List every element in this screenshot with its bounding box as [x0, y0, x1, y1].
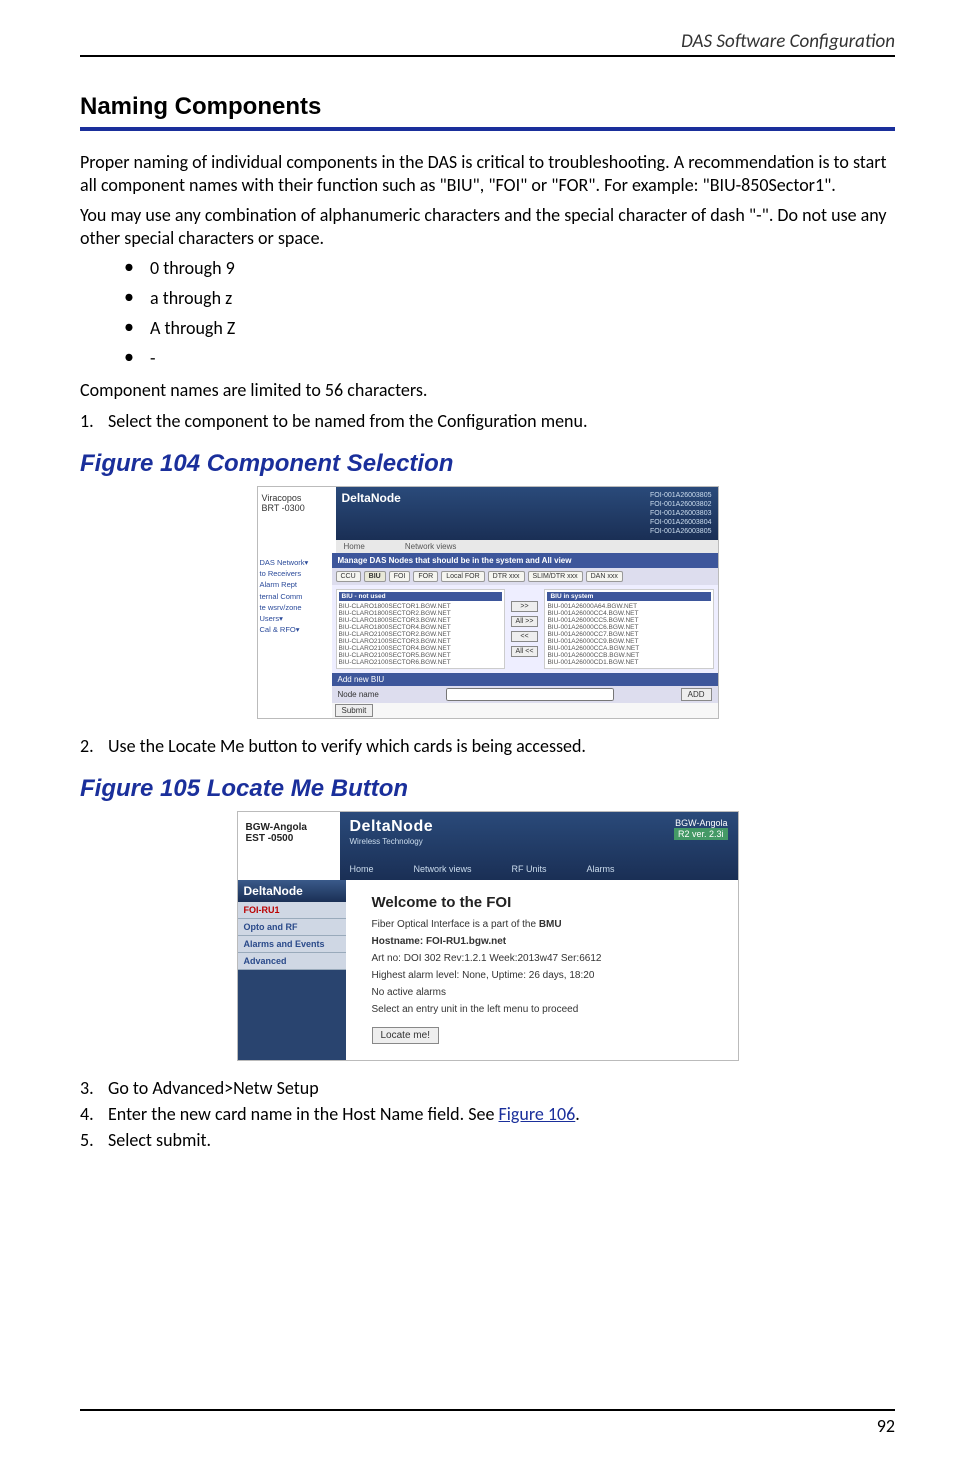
- running-header: DAS Software Configuration: [80, 30, 895, 53]
- side-menu: DeltaNode FOI-RU1 Opto and RF Alarms and…: [238, 880, 346, 1060]
- chip-localfor[interactable]: Local FOR: [441, 571, 484, 582]
- step-text: Select the component to be named from th…: [108, 410, 588, 432]
- move-right-button[interactable]: >>: [511, 601, 539, 612]
- brand-subtitle: Wireless Technology: [350, 837, 423, 846]
- nav-item[interactable]: to Receivers: [260, 568, 330, 579]
- figure-105-caption: Figure 105 Locate Me Button: [80, 775, 895, 803]
- chip-foi[interactable]: FOI: [389, 571, 411, 582]
- node-name-label: Node name: [338, 690, 379, 699]
- list-item: A through Z: [124, 317, 895, 339]
- add-button[interactable]: ADD: [681, 688, 712, 701]
- step-number: 5.: [80, 1129, 108, 1151]
- step-text: Go to Advanced>Netw Setup: [108, 1077, 319, 1099]
- step-number: 3.: [80, 1077, 108, 1099]
- tab-network-views[interactable]: Network views: [405, 542, 457, 551]
- section-rule: [80, 127, 895, 131]
- list-item: a through z: [124, 287, 895, 309]
- top-nav: Home Network views RF Units Alarms: [350, 864, 728, 874]
- no-alarms-line: No active alarms: [372, 987, 724, 998]
- figure-104-caption: Figure 104 Component Selection: [80, 450, 895, 478]
- move-all-left-button[interactable]: All <<: [511, 646, 539, 657]
- step-3: 3. Go to Advanced>Netw Setup: [80, 1077, 895, 1099]
- step-number: 2.: [80, 735, 108, 757]
- main-panel: Welcome to the FOI Fiber Optical Interfa…: [346, 880, 738, 1060]
- artno-line: Art no: DOI 302 Rev:1.2.1 Week:2013w47 S…: [372, 953, 724, 964]
- est-label: BGW-Angola EST -0500: [238, 812, 340, 880]
- figure-106-link[interactable]: Figure 106: [499, 1103, 576, 1125]
- header-right: BGW-Angola R2 ver. 2.3i: [674, 818, 728, 840]
- step-2: 2. Use the Locate Me button to verify wh…: [80, 735, 895, 757]
- bottom-rule: [80, 1409, 895, 1411]
- paragraph: You may use any combination of alphanume…: [80, 204, 895, 249]
- chip-for[interactable]: FOR: [413, 571, 438, 582]
- nav-item[interactable]: DAS Network▾: [260, 557, 330, 568]
- hostname-line: Hostname: FOI-RU1.bgw.net: [372, 936, 507, 947]
- select-entry-line: Select an entry unit in the left menu to…: [372, 1004, 724, 1015]
- allowed-chars-list: 0 through 9 a through z A through Z -: [124, 257, 895, 369]
- step-5: 5. Select submit.: [80, 1129, 895, 1151]
- list-item: 0 through 9: [124, 257, 895, 279]
- in-system-list[interactable]: BIU in system BIU-001A26000A64.BGW.NET B…: [544, 589, 713, 669]
- deltanode-logo: DeltaNode: [350, 818, 434, 835]
- chip-ccu[interactable]: CCU: [336, 571, 361, 582]
- chip-dtr[interactable]: DTR xxx: [488, 571, 525, 582]
- tab-home[interactable]: Home: [344, 542, 365, 551]
- section-title: Naming Components: [80, 93, 895, 121]
- chip-bar: CCU BIU FOI FOR Local FOR DTR xxx SLIM/D…: [332, 568, 718, 585]
- step-text: Enter the new card name in the Host Name…: [108, 1103, 580, 1125]
- nav-item[interactable]: Users▾: [260, 613, 330, 624]
- step-number: 1.: [80, 410, 108, 432]
- figure-105: BGW-Angola EST -0500 DeltaNode Wireless …: [80, 811, 895, 1061]
- locate-me-button[interactable]: Locate me!: [372, 1027, 439, 1044]
- nav-item[interactable]: ternal Comm: [260, 591, 330, 602]
- nav-item[interactable]: te wsrv/zone: [260, 602, 330, 613]
- nav-home[interactable]: Home: [350, 864, 374, 874]
- figure-104: Viracopos BRT -0300 DeltaNode FOI-001A26…: [80, 486, 895, 719]
- step-4: 4. Enter the new card name in the Host N…: [80, 1103, 895, 1125]
- header-links: FOI-001A26003805 FOI-001A26003802 FOI-00…: [650, 491, 712, 536]
- transfer-buttons: >> All >> << All <<: [511, 589, 539, 669]
- list-item: -: [124, 347, 895, 369]
- submit-button[interactable]: Submit: [335, 704, 374, 717]
- side-logo: DeltaNode: [238, 880, 346, 902]
- deltanode-logo: DeltaNode: [342, 491, 401, 505]
- step-text: Select submit.: [108, 1129, 211, 1151]
- paragraph: Component names are limited to 56 charac…: [80, 379, 895, 402]
- chip-slim[interactable]: SLIM/DTR xxx: [528, 571, 583, 582]
- model-label: Viracopos BRT -0300: [258, 487, 336, 553]
- locate-me-screenshot: BGW-Angola EST -0500 DeltaNode Wireless …: [237, 811, 739, 1061]
- chip-biu[interactable]: BIU: [364, 571, 386, 582]
- welcome-heading: Welcome to the FOI: [372, 894, 724, 911]
- step-number: 4.: [80, 1103, 108, 1125]
- chip-dan[interactable]: DAN xxx: [586, 571, 623, 582]
- side-item-foi-ru1[interactable]: FOI-RU1: [238, 902, 346, 919]
- move-left-button[interactable]: <<: [511, 631, 539, 642]
- nav-alarms[interactable]: Alarms: [587, 864, 615, 874]
- nav-network-views[interactable]: Network views: [414, 864, 472, 874]
- add-new-label: Add new BIU: [338, 675, 385, 684]
- side-item-advanced[interactable]: Advanced: [238, 953, 346, 970]
- header-tabs: Home Network views: [336, 540, 718, 553]
- nav-item[interactable]: Cal & RFO▾: [260, 624, 330, 635]
- page-number: 92: [877, 1415, 895, 1437]
- nav-item[interactable]: Alarm Rept: [260, 579, 330, 590]
- step-1: 1. Select the component to be named from…: [80, 410, 895, 432]
- nav-rf-units[interactable]: RF Units: [512, 864, 547, 874]
- node-name-input[interactable]: [446, 688, 614, 701]
- component-selection-screenshot: Viracopos BRT -0300 DeltaNode FOI-001A26…: [257, 486, 719, 719]
- step-text: Use the Locate Me button to verify which…: [108, 735, 586, 757]
- paragraph: Proper naming of individual components i…: [80, 151, 895, 196]
- move-all-right-button[interactable]: All >>: [511, 616, 539, 627]
- alarm-uptime-line: Highest alarm level: None, Uptime: 26 da…: [372, 970, 724, 981]
- side-item-alarms[interactable]: Alarms and Events: [238, 936, 346, 953]
- side-item-opto-rf[interactable]: Opto and RF: [238, 919, 346, 936]
- top-rule: [80, 55, 895, 57]
- manage-title-bar: Manage DAS Nodes that should be in the s…: [332, 553, 718, 568]
- side-nav: DAS Network▾ to Receivers Alarm Rept ter…: [258, 553, 332, 718]
- unused-list[interactable]: BIU - not used BIU-CLARO1800SECTOR1.BGW.…: [336, 589, 505, 669]
